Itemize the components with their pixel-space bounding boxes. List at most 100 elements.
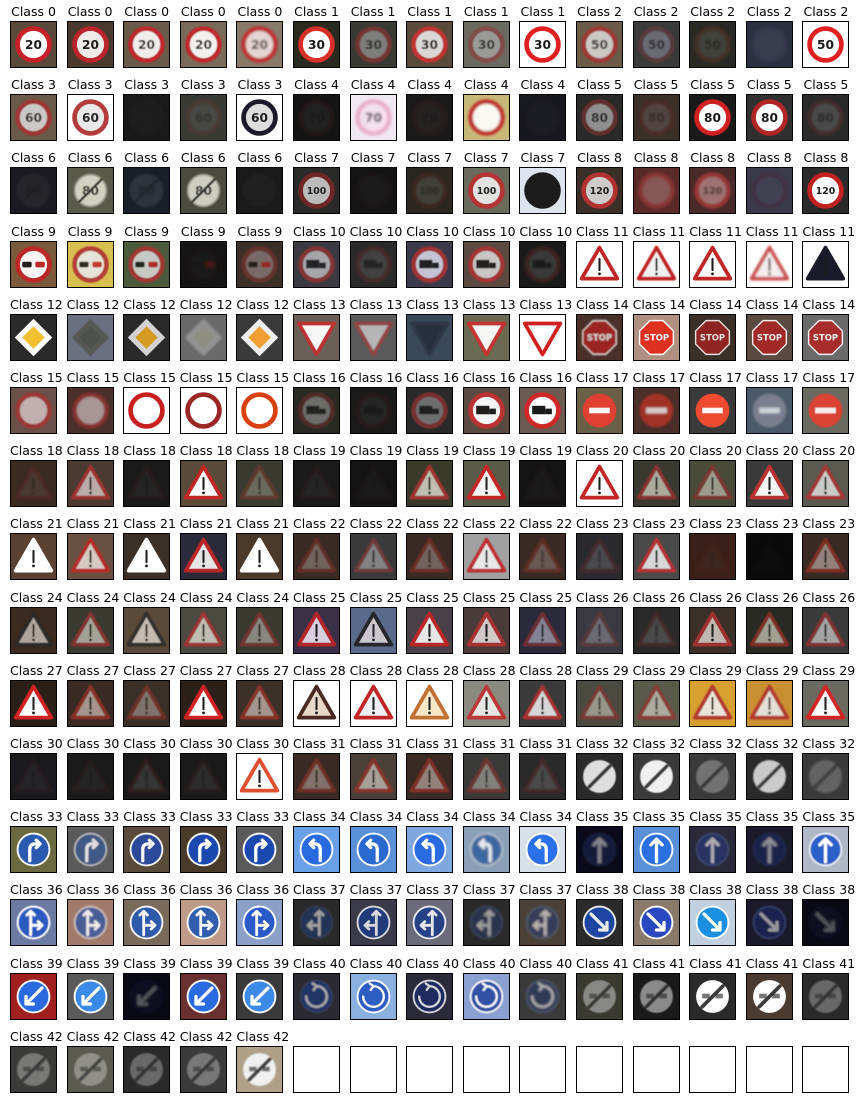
sign-image xyxy=(240,611,280,647)
sign-glyph xyxy=(240,757,280,793)
svg-text:20: 20 xyxy=(138,38,155,52)
sign-image xyxy=(412,906,447,940)
class-caption: Class 27 xyxy=(123,662,176,678)
sign-image xyxy=(127,538,167,573)
sign-glyph xyxy=(73,979,107,1013)
sign-glyph xyxy=(695,393,730,428)
sample-cell: Class 7 100 xyxy=(293,150,340,215)
class-caption: Class 13 xyxy=(349,296,403,312)
sign-thumbnail xyxy=(462,387,510,434)
sign-glyph xyxy=(241,318,279,357)
sign-thumbnail xyxy=(802,606,850,654)
empty-tile xyxy=(632,1045,680,1093)
class-caption: Class 20 xyxy=(802,443,856,459)
sample-cell: Class 38 xyxy=(689,882,742,947)
class-caption: Class 0 xyxy=(124,4,170,19)
class-caption: Class 40 xyxy=(406,955,459,971)
sign-glyph: 80 xyxy=(16,174,51,208)
sign-thumbnail xyxy=(802,972,850,1020)
sample-cell: Class 33 xyxy=(123,809,176,874)
sample-cell: Class 19 xyxy=(349,443,402,508)
sample-cell xyxy=(293,1029,340,1093)
sample-cell: Class 20 xyxy=(745,443,799,508)
class-caption: Class 5 xyxy=(803,77,849,93)
class-caption: Class 37 xyxy=(462,882,516,898)
sample-cell: Class 4 70 xyxy=(406,77,454,142)
class-caption: Class 20 xyxy=(576,443,629,459)
sign-glyph xyxy=(13,684,54,720)
class-caption: Class 26 xyxy=(576,589,629,605)
class-caption: Class 38 xyxy=(689,882,742,898)
sign-glyph xyxy=(468,245,505,283)
sign-thumbnail xyxy=(745,606,793,654)
sign-thumbnail xyxy=(123,240,171,288)
sign-image xyxy=(16,906,51,940)
sign-image xyxy=(469,979,504,1013)
svg-text:STOP: STOP xyxy=(757,332,782,342)
svg-text:50: 50 xyxy=(648,38,665,52)
sign-image xyxy=(353,464,393,500)
sample-cell: Class 11 xyxy=(632,224,685,288)
class-caption: Class 25 xyxy=(349,589,403,605)
sample-cell: Class 9 xyxy=(66,224,114,288)
sign-glyph xyxy=(183,611,223,647)
sign-image xyxy=(639,906,673,940)
sign-image xyxy=(751,26,788,63)
svg-text:120: 120 xyxy=(590,186,610,197)
sign-glyph xyxy=(579,538,620,573)
sign-thumbnail xyxy=(66,533,114,581)
sign-image xyxy=(524,99,562,136)
sample-cell: Class 27 xyxy=(179,663,233,727)
sign-image xyxy=(468,245,505,283)
class-caption: Class 28 xyxy=(349,662,403,678)
sample-cell: Class 35 xyxy=(576,809,629,874)
sign-thumbnail xyxy=(123,387,171,434)
sample-cell: Class 13 xyxy=(519,297,572,361)
sign-glyph xyxy=(693,245,733,281)
sign-image xyxy=(356,832,390,867)
sign-glyph xyxy=(693,684,733,720)
sign-glyph xyxy=(636,464,676,500)
sign-glyph xyxy=(70,464,110,500)
sample-cell: Class 1 30 xyxy=(406,4,454,68)
sign-image xyxy=(806,464,846,500)
sample-cell: Class 26 xyxy=(632,590,685,654)
svg-text:120: 120 xyxy=(703,186,723,197)
sign-image xyxy=(241,245,279,283)
sample-cell: Class 27 xyxy=(123,662,176,727)
sign-thumbnail xyxy=(349,387,397,434)
class-caption: Class 19 xyxy=(462,443,516,459)
sign-glyph xyxy=(583,979,616,1013)
sample-cell: Class 8 xyxy=(632,150,680,215)
sign-thumbnail xyxy=(462,679,510,727)
class-caption: Class 42 xyxy=(123,1028,176,1044)
sign-glyph xyxy=(806,684,846,720)
sign-image xyxy=(299,906,334,940)
class-caption: Class 25 xyxy=(406,589,459,605)
sign-thumbnail xyxy=(293,313,340,361)
empty-tile xyxy=(519,1045,567,1093)
sample-cell: Class 1 30 xyxy=(293,4,340,68)
class-caption: Class 31 xyxy=(349,736,403,751)
sample-cell: Class 39 xyxy=(123,956,176,1020)
sign-glyph: STOP xyxy=(581,319,618,355)
sign-glyph xyxy=(296,321,337,357)
sign-glyph: 20 xyxy=(15,26,52,63)
sign-glyph xyxy=(356,979,390,1013)
sample-cell: Class 38 xyxy=(576,882,629,947)
sign-glyph xyxy=(410,464,450,500)
sign-thumbnail xyxy=(179,313,227,361)
sample-cell: Class 21 xyxy=(10,516,63,581)
sign-image xyxy=(809,760,843,793)
class-caption: Class 18 xyxy=(10,443,63,459)
sample-cell: Class 23 xyxy=(689,516,742,581)
sample-cell: Class 37 xyxy=(293,882,346,947)
sign-image xyxy=(410,757,450,793)
class-caption: Class 7 xyxy=(463,150,509,166)
sign-image xyxy=(353,321,393,357)
sample-cell: Class 30 xyxy=(179,736,233,800)
sample-cell: Class 34 xyxy=(349,809,402,874)
svg-text:STOP: STOP xyxy=(644,332,669,342)
sign-glyph xyxy=(583,760,616,793)
sample-cell: Class 41 xyxy=(632,956,685,1020)
